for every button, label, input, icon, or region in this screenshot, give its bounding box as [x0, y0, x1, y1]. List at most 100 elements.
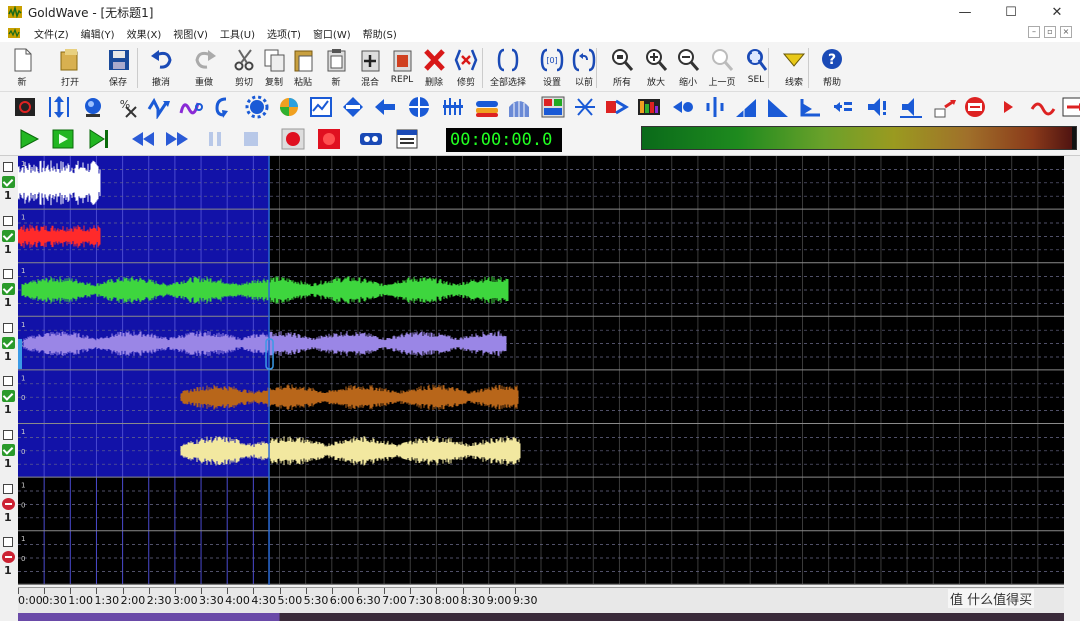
channel-select-box[interactable]	[3, 322, 13, 333]
filter-icon[interactable]	[932, 95, 958, 119]
mute-icon[interactable]	[864, 95, 890, 119]
channel-enabled-icon[interactable]	[2, 176, 15, 188]
silence-icon[interactable]	[506, 95, 532, 119]
zoom-in-button[interactable]: 放大	[638, 46, 674, 90]
reverb-icon[interactable]	[474, 95, 500, 119]
time-label: 4:30	[251, 594, 277, 607]
fade-out-icon[interactable]	[702, 95, 728, 119]
dynamics-icon[interactable]	[80, 95, 106, 119]
mdi-close-button[interactable]: ×	[1060, 26, 1072, 38]
pause-icon[interactable]	[202, 127, 228, 151]
mix-button[interactable]: 混合	[352, 46, 388, 90]
zoom-out-button[interactable]: 缩小	[670, 46, 706, 90]
play-to-end-icon[interactable]	[86, 127, 112, 151]
rewind-icon[interactable]	[130, 127, 156, 151]
paste-new-button[interactable]: 新	[318, 46, 354, 90]
overview-strip[interactable]	[18, 613, 1064, 621]
invert-icon[interactable]	[210, 95, 236, 119]
cd-reader-icon[interactable]	[12, 95, 38, 119]
channel-enabled-icon[interactable]	[2, 444, 15, 456]
record-icon[interactable]	[280, 127, 306, 151]
matcher-icon[interactable]	[766, 95, 792, 119]
equalizer-icon[interactable]	[146, 95, 172, 119]
stereo-icon[interactable]	[540, 95, 566, 119]
menu-edit[interactable]: 编辑(Y)	[75, 26, 121, 41]
selection-start-handle[interactable]	[18, 338, 22, 369]
save-button[interactable]: 保存	[100, 46, 136, 90]
channel-select-box[interactable]	[3, 430, 13, 440]
channel-enabled-icon[interactable]	[2, 283, 15, 296]
volume-change-icon[interactable]	[604, 95, 630, 119]
channel-enabled-icon[interactable]	[2, 390, 15, 403]
replace-button[interactable]: REPL	[384, 46, 420, 90]
set-selection-button[interactable]: [0] 设置	[534, 46, 570, 90]
new-file-button[interactable]: 新	[4, 46, 40, 90]
mdi-restore-button[interactable]: ▫	[1044, 26, 1056, 38]
control-properties-icon[interactable]	[394, 127, 420, 151]
delete-button[interactable]: 删除	[416, 46, 452, 90]
menu-window[interactable]: 窗口(W)	[307, 26, 357, 41]
previous-page-button[interactable]: 上一页	[704, 46, 740, 90]
pan-icon[interactable]	[340, 95, 366, 119]
channel-select-box[interactable]	[3, 269, 13, 280]
flanger-icon[interactable]	[178, 95, 204, 119]
redo-button[interactable]: 重做	[186, 46, 222, 90]
doppler-icon[interactable]	[46, 95, 72, 119]
resample-icon[interactable]	[440, 95, 466, 119]
fast-forward-icon[interactable]	[164, 127, 190, 151]
track-8-controls: 1	[0, 531, 18, 585]
echo-icon[interactable]: %	[112, 95, 138, 119]
menu-view[interactable]: 视图(V)	[167, 26, 214, 41]
speaker-icon[interactable]	[898, 95, 924, 119]
offset-icon[interactable]	[308, 95, 334, 119]
help-button[interactable]: ? 帮助	[814, 46, 850, 90]
shape-volume-icon[interactable]	[734, 95, 760, 119]
undo-button[interactable]: 撤消	[143, 46, 179, 90]
channel-enabled-icon[interactable]	[2, 229, 15, 242]
channel-select-box[interactable]	[3, 215, 13, 226]
spectrum-icon[interactable]	[636, 95, 662, 119]
play-selection-icon[interactable]	[50, 127, 76, 151]
time-warp-icon[interactable]	[572, 95, 598, 119]
channel-enabled-icon[interactable]	[2, 336, 15, 349]
channel-select-box[interactable]	[3, 483, 13, 494]
paste-button[interactable]: 粘贴	[285, 46, 321, 90]
fade-in-icon[interactable]	[670, 95, 696, 119]
mechanize-icon[interactable]	[244, 95, 270, 119]
menu-tools[interactable]: 工具(U)	[214, 26, 261, 41]
play-icon[interactable]	[16, 127, 42, 151]
device-controls-icon[interactable]	[358, 127, 384, 151]
channel-select-box[interactable]	[3, 376, 13, 387]
trim-button[interactable]: 修剪	[448, 46, 484, 90]
channel-disabled-icon[interactable]	[2, 497, 15, 510]
band-pass-icon[interactable]	[962, 95, 988, 119]
mdi-minimize-button[interactable]: –	[1028, 26, 1040, 38]
noise-reduction-icon[interactable]	[276, 95, 302, 119]
parametric-eq-icon[interactable]	[1060, 95, 1080, 119]
pitch-icon[interactable]	[372, 95, 398, 119]
menu-help[interactable]: 帮助(S)	[357, 26, 403, 41]
menu-file[interactable]: 文件(Z)	[28, 26, 75, 41]
minimize-button[interactable]: —	[942, 0, 988, 24]
record-selection-icon[interactable]	[316, 127, 342, 151]
channel-select-box[interactable]	[3, 162, 13, 172]
auto-gain-icon[interactable]	[830, 95, 856, 119]
close-button[interactable]: ✕	[1034, 0, 1080, 24]
playback-rate-icon[interactable]	[406, 95, 432, 119]
high-pass-icon[interactable]	[1030, 95, 1056, 119]
menu-options[interactable]: 选项(T)	[261, 26, 307, 41]
cue-button[interactable]: 线索	[776, 46, 812, 90]
channel-select-box[interactable]	[3, 537, 13, 548]
stop-icon[interactable]	[238, 127, 264, 151]
maximize-volume-icon[interactable]	[798, 95, 824, 119]
effects-toolbar: %	[0, 92, 1080, 122]
open-folder-button[interactable]: 打开	[52, 46, 88, 90]
low-pass-icon[interactable]	[998, 95, 1024, 119]
maximize-button[interactable]: ☐	[988, 0, 1034, 24]
select-all-button[interactable]: 全部选择	[490, 46, 526, 90]
waveform-display[interactable]: 1010101010101010	[18, 156, 1064, 587]
zoom-all-button[interactable]: 所有	[604, 46, 640, 90]
menu-effects[interactable]: 效果(X)	[121, 26, 168, 41]
time-ruler[interactable]: 0:00 0:30 1:00 1:30 2:00 2:30 3:00 3:30 4:00 4:30…	[18, 587, 1064, 613]
channel-disabled-icon[interactable]	[2, 551, 15, 564]
